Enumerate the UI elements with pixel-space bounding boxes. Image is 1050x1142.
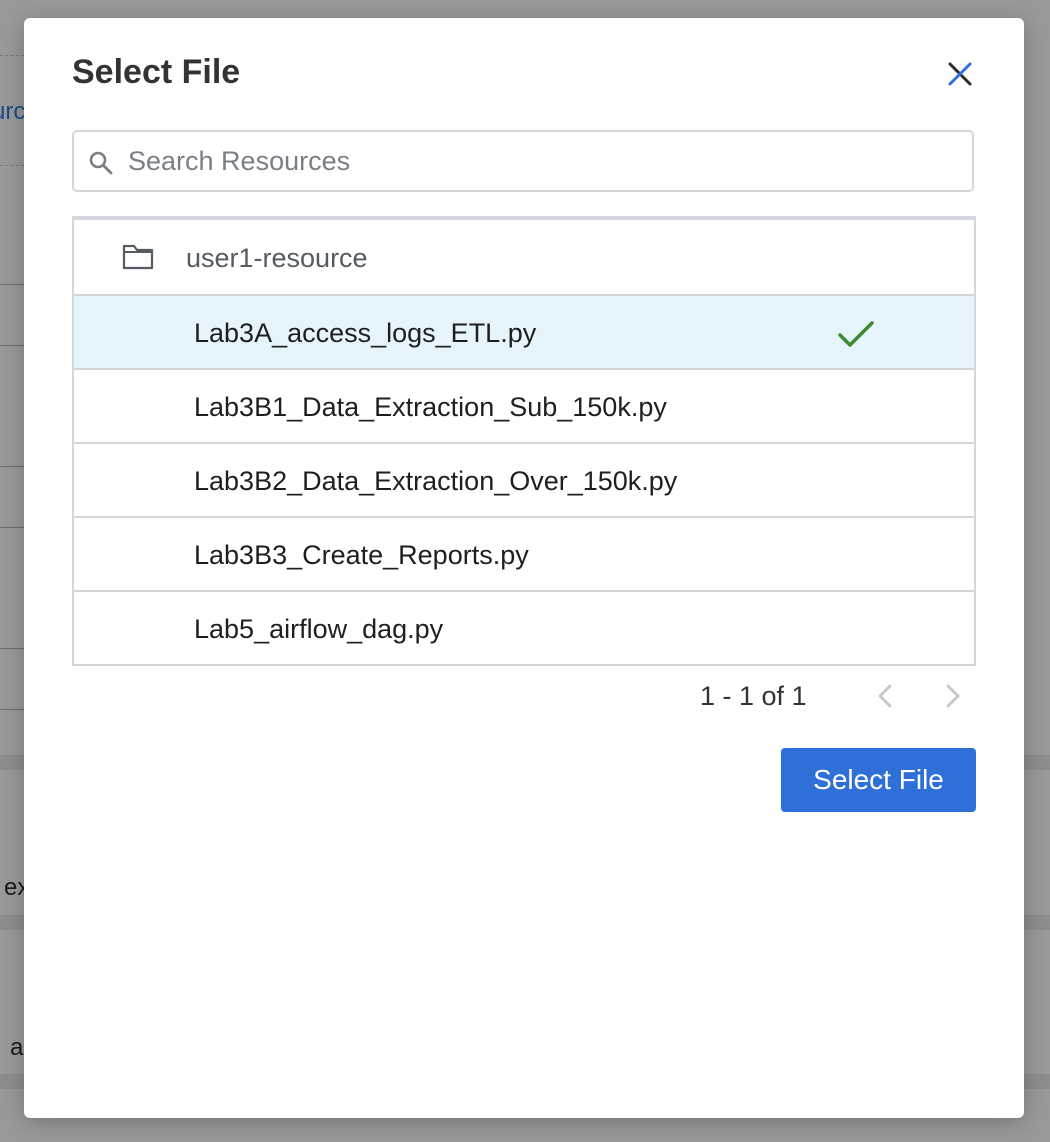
close-button[interactable] — [942, 56, 978, 92]
file-row[interactable]: Lab3B2_Data_Extraction_Over_150k.py — [74, 444, 974, 518]
file-name: Lab5_airflow_dag.py — [194, 614, 444, 644]
file-name: Lab3B3_Create_Reports.py — [194, 540, 529, 570]
file-name: Lab3B1_Data_Extraction_Sub_150k.py — [194, 392, 667, 422]
chevron-left-icon — [878, 684, 892, 708]
file-row[interactable]: Lab3B1_Data_Extraction_Sub_150k.py — [74, 370, 974, 444]
file-tree: user1-resource Lab3A_access_logs_ETL.py … — [72, 216, 976, 666]
search-icon — [89, 151, 113, 175]
background-divider — [0, 284, 24, 285]
background-divider — [0, 648, 24, 649]
folder-row[interactable]: user1-resource — [74, 220, 974, 296]
background-divider — [0, 55, 24, 56]
folder-icon — [122, 244, 154, 270]
close-icon — [948, 62, 972, 86]
previous-page-button[interactable] — [870, 680, 900, 712]
search-field[interactable] — [72, 130, 974, 192]
file-row[interactable]: Lab3B3_Create_Reports.py — [74, 518, 974, 592]
background-text-fragment: a — [10, 1034, 24, 1061]
file-name: Lab3A_access_logs_ETL.py — [194, 318, 537, 348]
file-row[interactable]: Lab3A_access_logs_ETL.py — [74, 296, 974, 370]
background-divider — [0, 345, 24, 346]
background-divider — [0, 709, 24, 710]
dialog-title: Select File — [72, 53, 241, 91]
background-divider — [0, 466, 24, 467]
search-input[interactable] — [128, 140, 958, 182]
select-file-dialog: Select File user1-resource Lab3A_access_… — [24, 18, 1024, 1118]
background-divider — [0, 527, 24, 528]
folder-label: user1-resource — [186, 243, 368, 273]
select-file-button[interactable]: Select File — [781, 748, 976, 812]
background-link-fragment: urc — [0, 98, 26, 125]
file-name: Lab3B2_Data_Extraction_Over_150k.py — [194, 466, 678, 496]
background-divider — [0, 165, 24, 166]
checkmark-icon — [838, 321, 874, 347]
chevron-right-icon — [946, 684, 960, 708]
pagination-range: 1 - 1 of 1 — [700, 681, 807, 711]
file-row[interactable]: Lab5_airflow_dag.py — [74, 592, 974, 664]
next-page-button[interactable] — [938, 680, 968, 712]
